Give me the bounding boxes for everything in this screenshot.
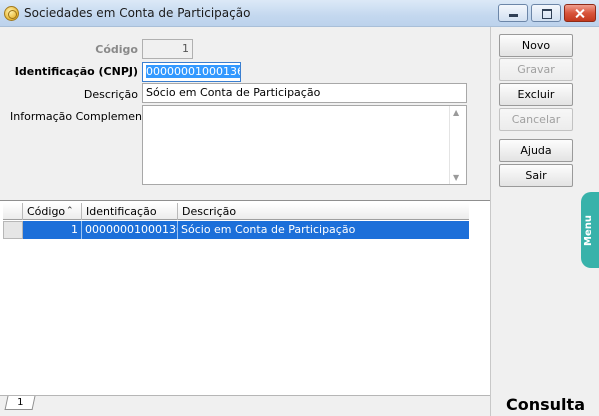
info-complementar-textarea[interactable] xyxy=(142,105,467,185)
codigo-field: 1 xyxy=(142,39,193,59)
page-tab[interactable]: 1 xyxy=(4,396,36,410)
page-tab-bar xyxy=(0,395,490,416)
row-indicator-header xyxy=(3,203,23,220)
page-tab-label: 1 xyxy=(16,397,24,408)
column-header-identificacao[interactable]: Identificação xyxy=(82,203,178,220)
identificacao-label: Identificação (CNPJ) xyxy=(14,65,138,78)
column-header-codigo[interactable]: Código ⌃ xyxy=(23,203,82,220)
close-button[interactable] xyxy=(564,4,596,22)
menu-tab-label: Menu xyxy=(583,215,594,246)
app-icon xyxy=(4,6,19,21)
column-header-codigo-label: Código xyxy=(27,205,66,218)
identificacao-value: 00000001000136 xyxy=(146,65,240,78)
maximize-button[interactable] xyxy=(531,4,561,22)
cell-identificacao[interactable]: 00000001000136 xyxy=(82,221,178,239)
sort-ascending-icon: ⌃ xyxy=(66,206,74,216)
gravar-button[interactable]: Gravar xyxy=(499,58,573,81)
cancelar-button[interactable]: Cancelar xyxy=(499,108,573,131)
scroll-down-icon[interactable]: ▼ xyxy=(453,173,459,182)
cell-codigo[interactable]: 1 xyxy=(23,221,82,239)
descricao-input[interactable]: Sócio em Conta de Participação xyxy=(142,83,467,103)
info-complementar-label: Informação Complementar xyxy=(10,110,158,123)
textarea-scrollbar[interactable]: ▲ ▼ xyxy=(449,106,466,184)
sair-button[interactable]: Sair xyxy=(499,164,573,187)
minimize-button[interactable] xyxy=(498,4,528,22)
column-header-descricao[interactable]: Descrição xyxy=(178,203,469,220)
ajuda-button[interactable]: Ajuda xyxy=(499,139,573,162)
identificacao-input[interactable]: 00000001000136 xyxy=(142,62,241,82)
descricao-label: Descrição xyxy=(83,88,138,101)
window-title: Sociedades em Conta de Participação xyxy=(24,6,251,20)
row-indicator[interactable] xyxy=(3,221,23,239)
cell-descricao[interactable]: Sócio em Conta de Participação xyxy=(178,221,469,239)
menu-side-tab[interactable]: Menu xyxy=(581,192,599,268)
excluir-button[interactable]: Excluir xyxy=(499,83,573,106)
codigo-label: Código xyxy=(95,43,138,56)
scroll-up-icon[interactable]: ▲ xyxy=(453,108,459,117)
novo-button[interactable]: Novo xyxy=(499,34,573,57)
mode-label: Consulta xyxy=(506,395,585,414)
